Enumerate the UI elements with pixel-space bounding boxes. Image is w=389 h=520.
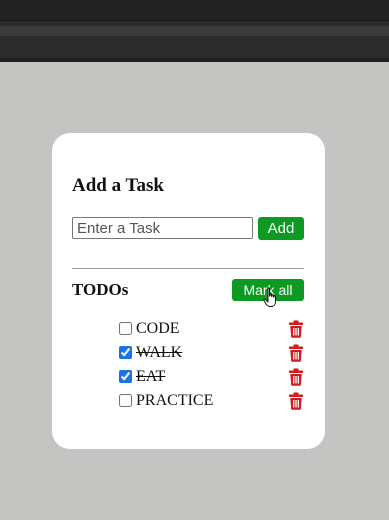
add-button[interactable]: Add	[258, 217, 304, 240]
titlebar-strip-top	[0, 0, 389, 21]
divider	[72, 268, 304, 269]
todo-checkbox[interactable]	[119, 370, 132, 383]
todo-checkbox[interactable]	[119, 394, 132, 407]
delete-button[interactable]	[288, 344, 304, 362]
todo-label: WALK	[136, 344, 183, 361]
trash-icon	[289, 368, 303, 386]
todo-item: EAT	[52, 367, 325, 387]
todo-item: WALK	[52, 343, 325, 363]
todo-card: Add a Task Add TODOs Mark all CODE	[52, 133, 325, 449]
trash-icon	[289, 344, 303, 362]
trash-icon	[289, 392, 303, 410]
todo-item: PRACTICE	[52, 391, 325, 411]
delete-button[interactable]	[288, 320, 304, 338]
mark-all-button[interactable]: Mark all	[232, 279, 304, 301]
delete-button[interactable]	[288, 392, 304, 410]
todos-heading: TODOs	[72, 280, 129, 299]
titlebar-strip-bottom	[0, 58, 389, 62]
titlebar-strip-mid	[0, 26, 389, 36]
delete-button[interactable]	[288, 368, 304, 386]
todo-label: EAT	[136, 368, 166, 385]
add-task-heading: Add a Task	[72, 175, 164, 196]
todo-checkbox[interactable]	[119, 322, 132, 335]
trash-icon	[289, 320, 303, 338]
todo-label: PRACTICE	[136, 392, 214, 409]
todo-checkbox[interactable]	[119, 346, 132, 359]
todo-label: CODE	[136, 320, 180, 337]
task-input[interactable]	[72, 217, 253, 239]
window-titlebar	[0, 0, 389, 62]
todo-item: CODE	[52, 319, 325, 339]
